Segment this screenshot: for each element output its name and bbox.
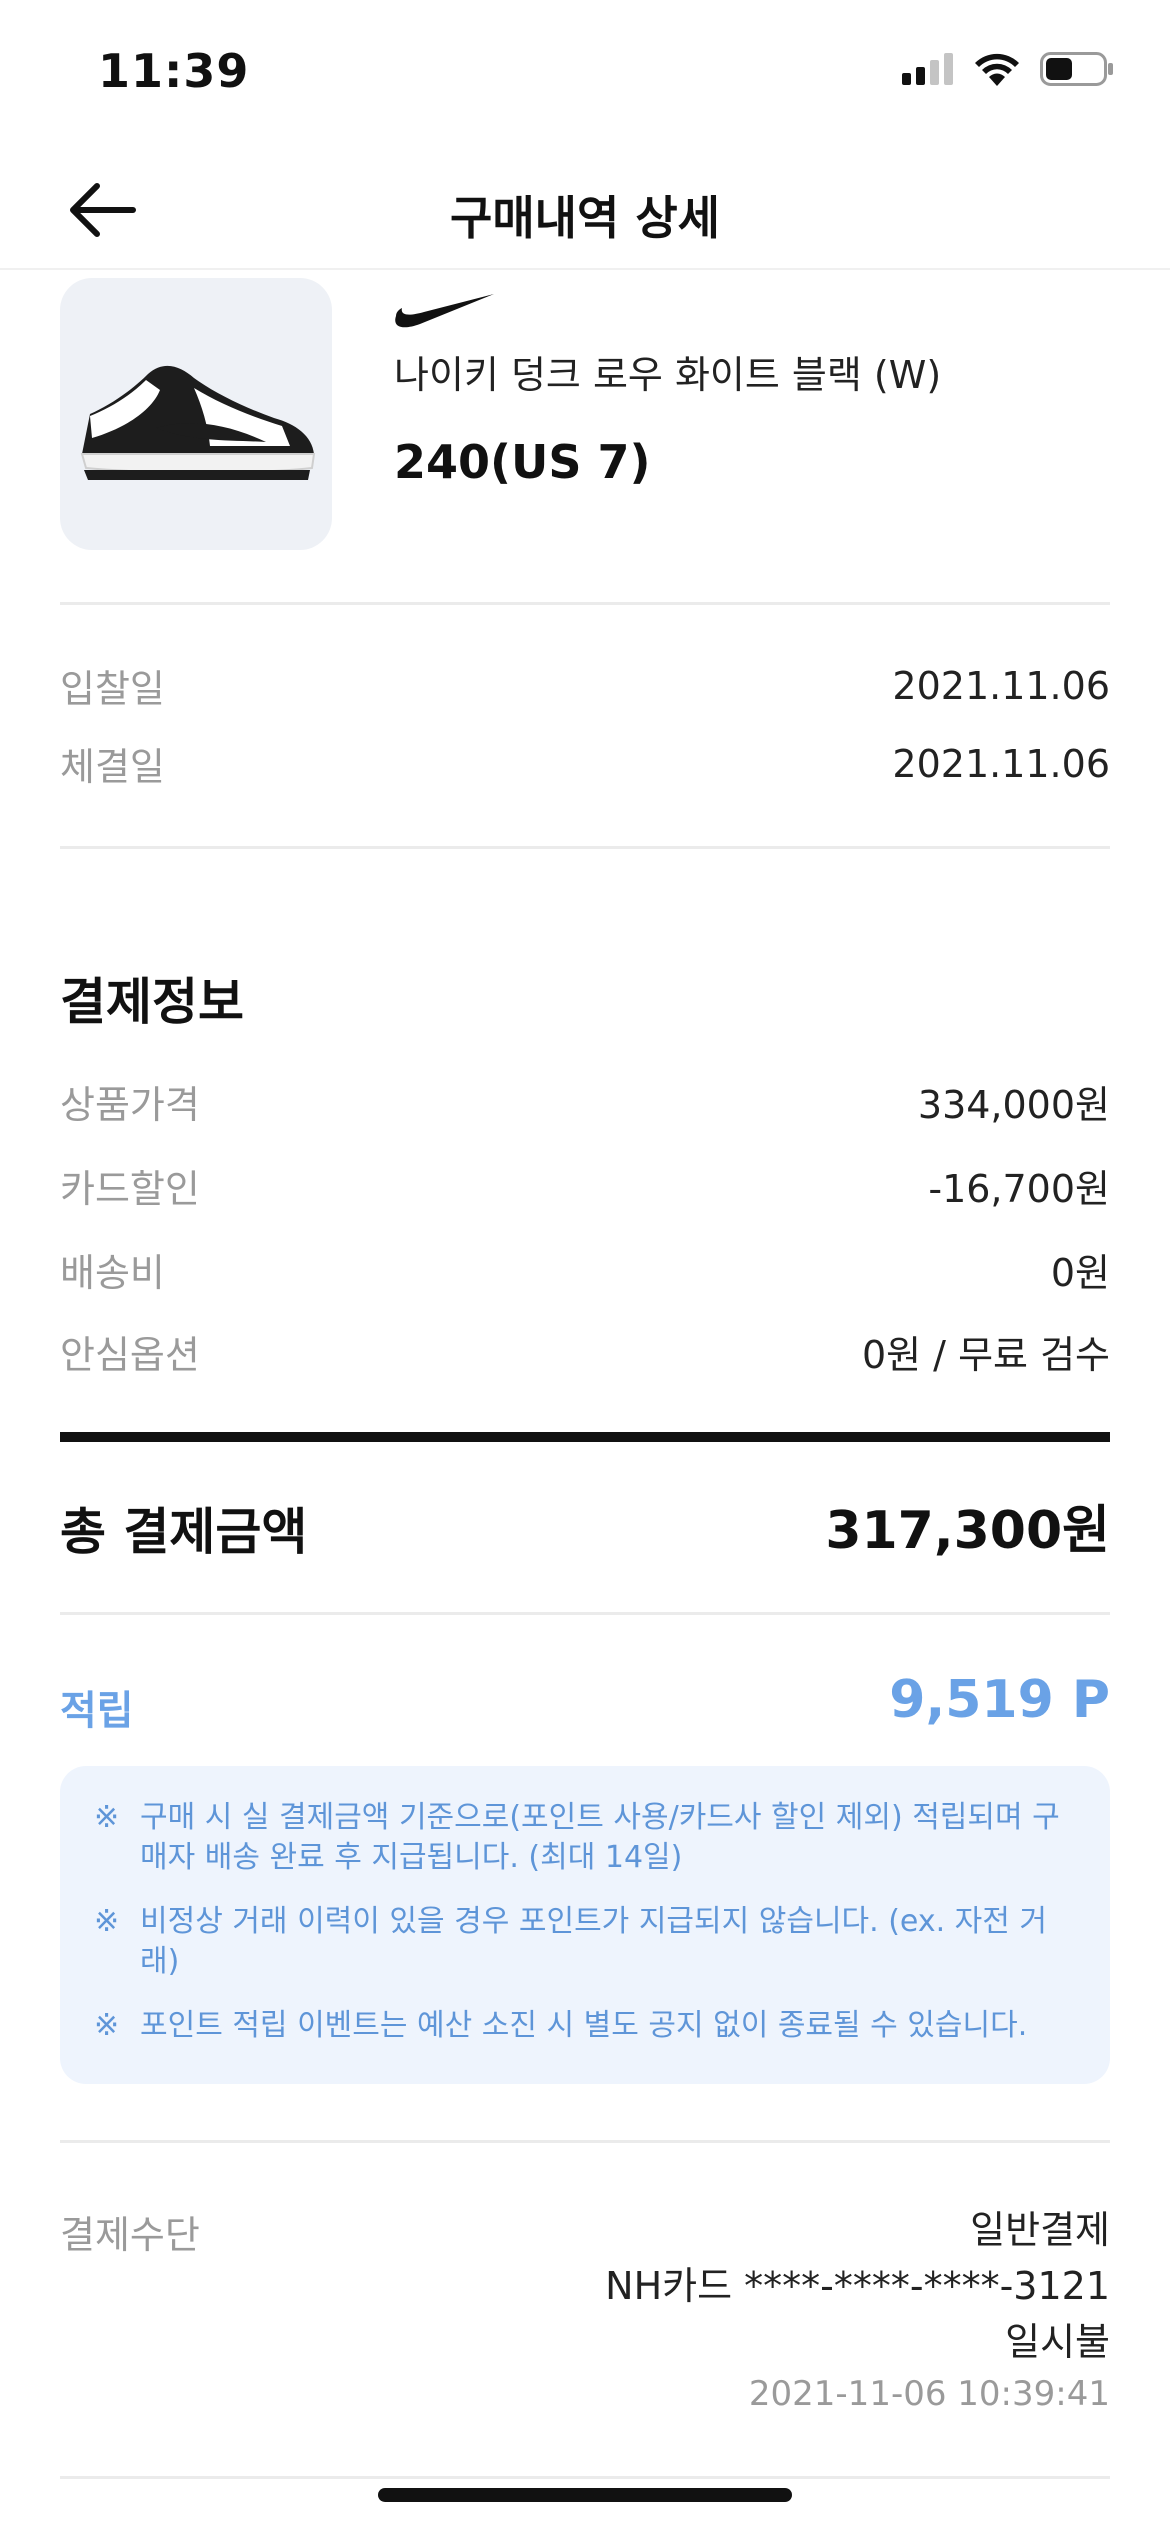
payment-method-details: 일반결제 NH카드 ****-****-****-3121 일시불: [605, 2202, 1110, 2370]
card-discount-value: -16,700원: [928, 1167, 1110, 1211]
home-indicator[interactable]: [378, 2488, 792, 2502]
points-value: 9,519 P: [889, 1670, 1110, 1730]
payment-method-label: 결제수단: [60, 2213, 200, 2257]
safe-option-label: 안심옵션: [60, 1333, 200, 1377]
divider: [60, 1612, 1110, 1615]
payment-datetime: 2021-11-06 10:39:41: [748, 2374, 1110, 2414]
notice-item: ※ 구매 시 실 결제금액 기준으로(포인트 사용/카드사 할인 제외) 적립되…: [94, 1798, 1062, 1878]
card-discount-label: 카드할인: [60, 1167, 200, 1211]
bid-date-row: 입찰일 2021.11.06: [60, 658, 1110, 713]
product-size: 240(US 7): [394, 435, 651, 489]
product-name: 나이키 덩크 로우 화이트 블랙 (W): [394, 353, 942, 397]
shipping-fee-row: 배송비 0원: [60, 1242, 1110, 1297]
notice-text: 포인트 적립 이벤트는 예산 소진 시 별도 공지 없이 종료될 수 있습니다.: [140, 2008, 1028, 2043]
status-time: 11:39: [98, 44, 250, 98]
payment-info-title: 결제정보: [60, 973, 244, 1031]
divider: [60, 2476, 1110, 2479]
sneaker-image: [80, 365, 316, 480]
safe-option-row: 안심옵션 0원 / 무료 검수: [60, 1324, 1110, 1379]
notice-item: ※ 포인트 적립 이벤트는 예산 소진 시 별도 공지 없이 종료될 수 있습니…: [94, 2006, 1062, 2046]
trade-date-value: 2021.11.06: [892, 741, 1110, 786]
product-price-label: 상품가격: [60, 1083, 200, 1127]
navigation-bar: 구매내역 상세: [0, 150, 1170, 270]
notice-item: ※ 비정상 거래 이력이 있을 경우 포인트가 지급되지 않습니다. (ex. …: [94, 1902, 1062, 1982]
payment-card: NH카드 ****-****-****-3121: [605, 2264, 1110, 2308]
total-amount-value: 317,300원: [825, 1501, 1110, 1561]
notice-mark: ※: [94, 1904, 120, 1939]
product-info: 나이키 덩크 로우 화이트 블랙 (W) 240(US 7): [394, 290, 1110, 489]
card-discount-row: 카드할인 -16,700원: [60, 1158, 1110, 1213]
payment-installment: 일시불: [1005, 2320, 1110, 2364]
status-bar: 11:39: [0, 0, 1170, 140]
cellular-signal-icon: [902, 53, 953, 85]
safe-option-value: 0원 / 무료 검수: [861, 1333, 1110, 1377]
total-amount-label: 총 결제금액: [60, 1503, 308, 1561]
trade-date-label: 체결일: [60, 745, 165, 789]
shipping-fee-label: 배송비: [60, 1251, 165, 1295]
swoosh-icon: [395, 294, 494, 328]
notice-text: 비정상 거래 이력이 있을 경우 포인트가 지급되지 않습니다. (ex. 자전…: [140, 1904, 1048, 1979]
notice-mark: ※: [94, 2008, 120, 2043]
page-title: 구매내역 상세: [450, 191, 720, 245]
product-summary[interactable]: 나이키 덩크 로우 화이트 블랙 (W) 240(US 7): [60, 278, 1110, 550]
wifi-icon: [975, 53, 1019, 86]
product-image: [60, 278, 332, 550]
total-divider: [60, 1432, 1110, 1442]
divider: [60, 602, 1110, 605]
product-price-row: 상품가격 334,000원: [60, 1074, 1110, 1129]
divider: [60, 2140, 1110, 2143]
trade-date-row: 체결일 2021.11.06: [60, 736, 1110, 791]
status-icons: [902, 52, 1114, 86]
divider: [60, 846, 1110, 849]
points-label: 적립: [60, 1688, 134, 1734]
payment-type: 일반결제: [970, 2208, 1110, 2252]
bid-date-value: 2021.11.06: [892, 663, 1110, 708]
product-price-value: 334,000원: [917, 1083, 1110, 1127]
notice-text: 구매 시 실 결제금액 기준으로(포인트 사용/카드사 할인 제외) 적립되며 …: [140, 1800, 1060, 1875]
notice-mark: ※: [94, 1800, 120, 1835]
battery-icon: [1040, 52, 1113, 86]
shipping-fee-value: 0원: [1050, 1251, 1110, 1295]
bid-date-label: 입찰일: [60, 667, 165, 711]
points-notice-box: ※ 구매 시 실 결제금액 기준으로(포인트 사용/카드사 할인 제외) 적립되…: [60, 1766, 1110, 2084]
